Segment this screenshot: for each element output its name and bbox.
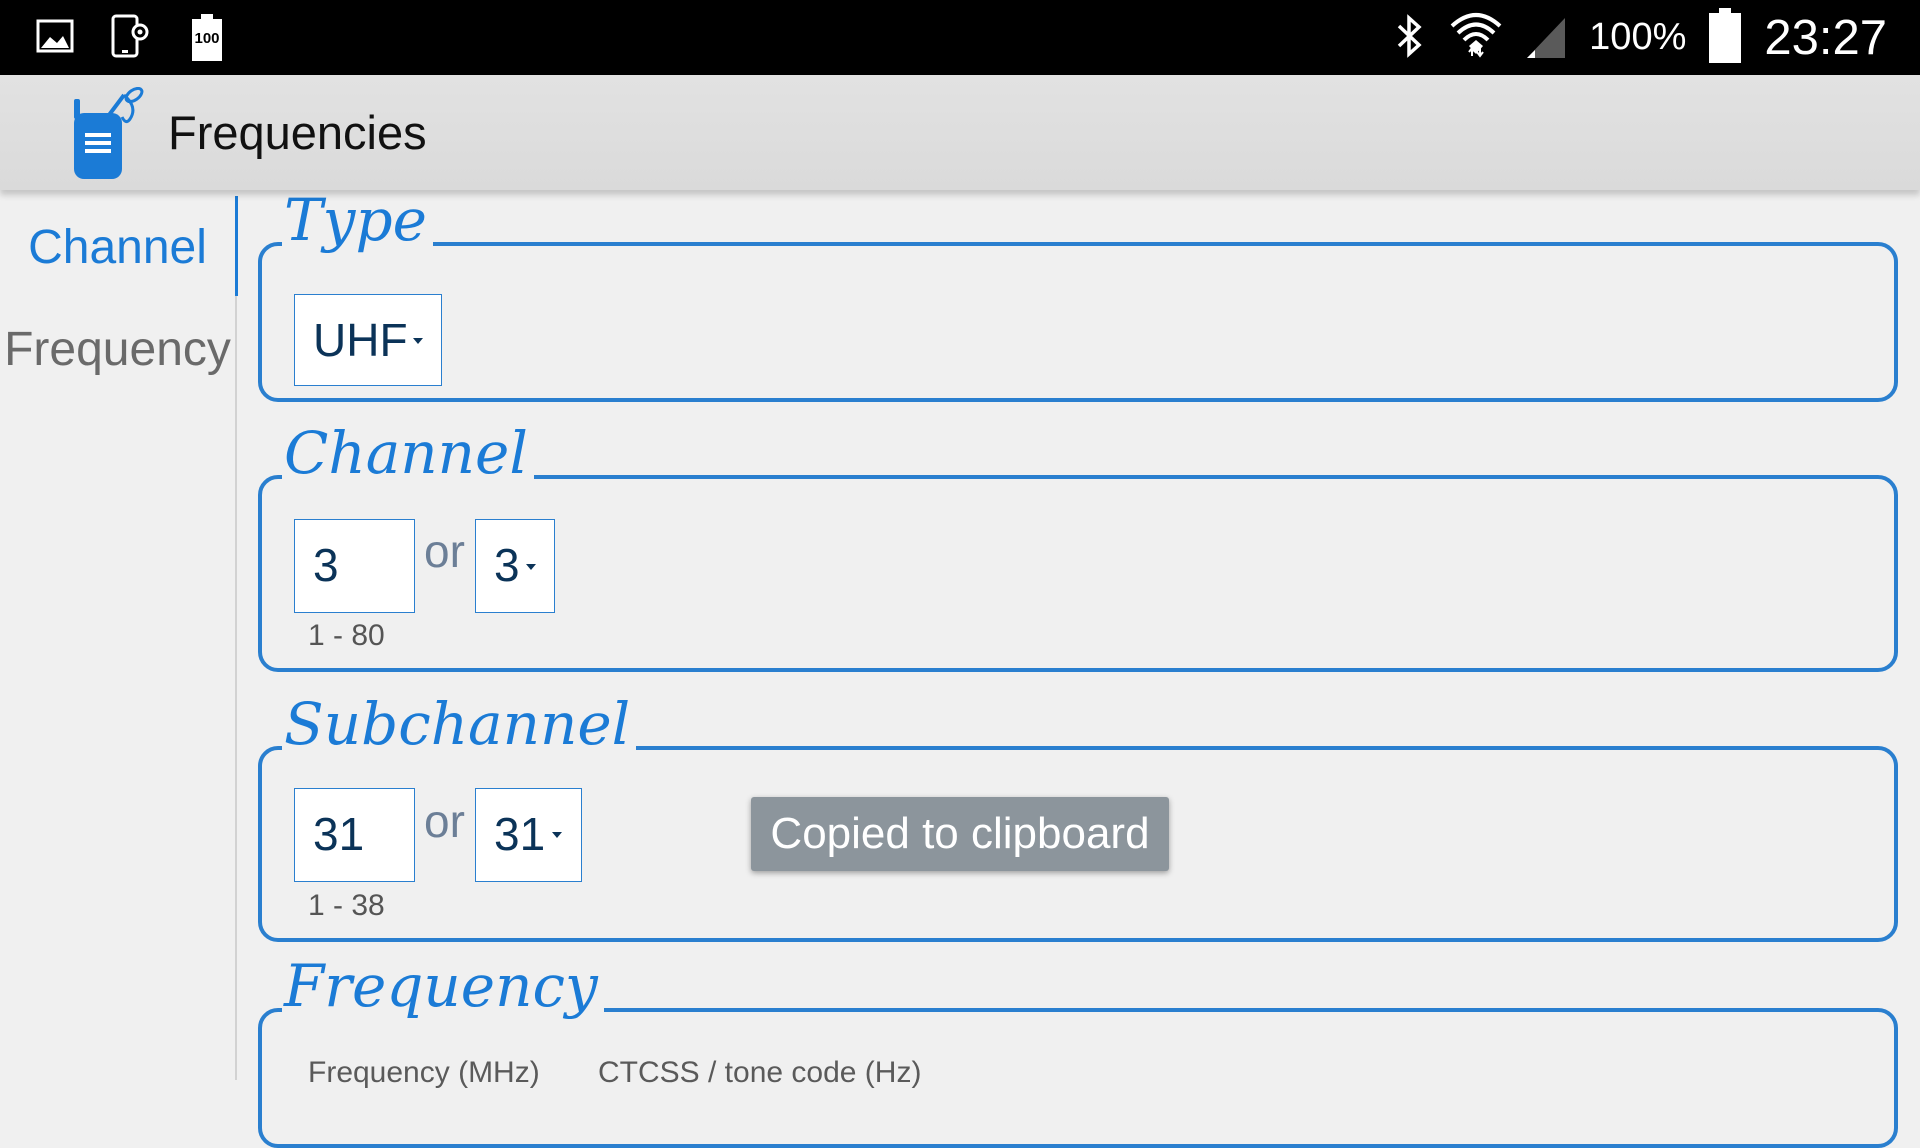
frequency-section-title: Frequency	[282, 954, 604, 1018]
sidebar-divider	[235, 196, 237, 1080]
clock: 23:27	[1764, 10, 1887, 65]
subchannel-input-value: 31	[313, 808, 365, 860]
channel-section: Channel 3 or 3 1 - 80	[258, 421, 1898, 672]
app-title: Frequencies	[168, 106, 427, 159]
sidebar-item-channel[interactable]: Channel	[0, 220, 235, 275]
frequency-section: Frequency Frequency (MHz) CTCSS / tone c…	[258, 954, 1898, 1148]
subchannel-dropdown[interactable]: 31	[475, 788, 582, 882]
sidebar-active-indicator	[235, 196, 238, 296]
type-section-title: Type	[282, 188, 433, 252]
channel-or-label: or	[424, 525, 465, 577]
subchannel-or-label: or	[424, 795, 465, 847]
type-dropdown[interactable]: UHF	[294, 294, 442, 386]
battery-percent: 100%	[1589, 16, 1687, 58]
wifi-icon	[1449, 10, 1503, 66]
signal-icon	[1525, 12, 1567, 64]
status-bar: 100 100% 23:27	[0, 0, 1920, 75]
subchannel-section-title: Subchannel	[282, 692, 637, 756]
sidebar-item-frequency[interactable]: Frequency	[0, 322, 235, 377]
subchannel-dropdown-value: 31	[494, 808, 546, 860]
action-bar: Frequencies	[0, 75, 1920, 190]
channel-input[interactable]: 3	[294, 519, 415, 613]
bluetooth-icon	[1393, 12, 1427, 64]
chevron-down-icon	[552, 832, 562, 838]
subchannel-input[interactable]: 31	[294, 788, 415, 882]
walkie-talkie-icon[interactable]	[68, 86, 152, 187]
type-section: Type UHF	[258, 188, 1898, 402]
channel-section-title: Channel	[282, 421, 534, 485]
battery-100-label: 100	[194, 30, 220, 47]
ctcss-column-label: CTCSS / tone code (Hz)	[598, 1056, 922, 1089]
chevron-down-icon	[526, 564, 536, 570]
screen-settings-icon	[110, 14, 154, 62]
status-bar-left: 100	[36, 14, 224, 62]
battery-icon	[1708, 7, 1742, 68]
frequency-column-label: Frequency (MHz)	[308, 1056, 540, 1089]
channel-input-value: 3	[313, 539, 339, 591]
status-bar-right: 100% 23:27	[1393, 0, 1887, 75]
channel-range-label: 1 - 80	[308, 619, 385, 652]
chevron-down-icon	[413, 338, 423, 344]
gallery-icon	[36, 19, 74, 57]
channel-dropdown-value: 3	[494, 539, 520, 591]
type-dropdown-value: UHF	[313, 314, 408, 366]
copied-toast: Copied to clipboard	[751, 797, 1169, 871]
channel-dropdown[interactable]: 3	[475, 519, 555, 613]
battery-100-icon: 100	[190, 14, 224, 62]
subchannel-range-label: 1 - 38	[308, 889, 385, 922]
